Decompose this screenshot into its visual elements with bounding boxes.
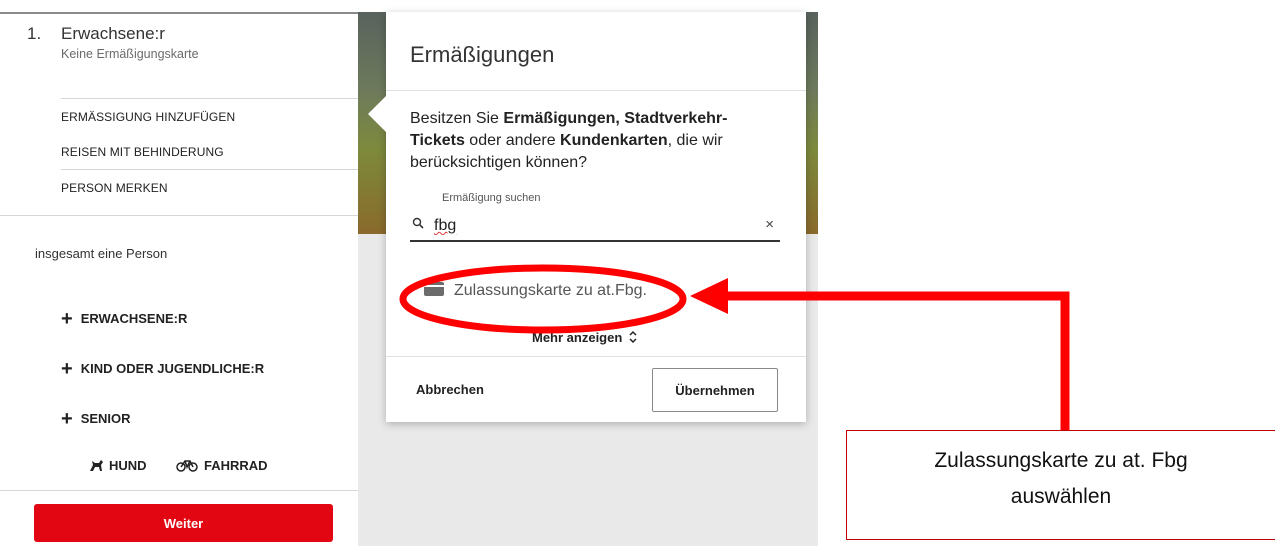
dog-label: HUND <box>109 458 147 473</box>
discount-dialog: Ermäßigungen Besitzen Sie Ermäßigungen, … <box>386 12 806 422</box>
question-text: oder andere <box>464 132 561 149</box>
plus-icon: + <box>61 358 73 380</box>
add-bike-button[interactable]: FAHRRAD <box>176 458 268 473</box>
dialog-question: Besitzen Sie Ermäßigungen, Stadtverkehr-… <box>410 108 770 174</box>
passenger-number: 1. <box>27 24 42 43</box>
bicycle-icon <box>176 460 198 472</box>
divider <box>0 490 358 491</box>
divider <box>0 215 358 216</box>
passenger-card: Keine Ermäßigungskarte <box>61 47 199 61</box>
question-bold-cards: Kundenkarten <box>560 132 668 149</box>
add-adult-label: ERWACHSENE:R <box>80 311 188 326</box>
search-label: Ermäßigung suchen <box>442 192 541 204</box>
passenger-type: Erwachsene:r <box>61 24 165 43</box>
dialog-title: Ermäßigungen <box>410 42 555 67</box>
cancel-button[interactable]: Abbrechen <box>416 382 484 397</box>
question-text: Besitzen Sie <box>410 110 504 127</box>
search-icon <box>412 217 424 229</box>
add-discount-link[interactable]: ERMÄSSIGUNG HINZUFÜGEN <box>61 110 235 124</box>
divider <box>386 356 806 357</box>
disability-travel-link[interactable]: REISEN MIT BEHINDERUNG <box>61 145 224 159</box>
dog-icon <box>90 460 103 471</box>
add-dog-button[interactable]: HUND <box>88 458 147 473</box>
annotation-ellipse <box>399 264 687 334</box>
divider <box>61 169 358 170</box>
plus-icon: + <box>61 408 73 430</box>
divider <box>386 90 806 91</box>
add-senior-button[interactable]: + SENIOR <box>61 406 131 430</box>
add-senior-label: SENIOR <box>80 411 131 426</box>
apply-button[interactable]: Übernehmen <box>652 368 778 412</box>
add-child-label: KIND ODER JUGENDLICHE:R <box>80 361 265 376</box>
annotation-text: Zulassungskarte zu at. Fbg auswählen <box>847 443 1275 515</box>
dialog-pointer <box>368 96 386 132</box>
search-field[interactable]: × <box>410 212 780 242</box>
continue-button[interactable]: Weiter <box>34 504 333 542</box>
divider <box>61 98 358 99</box>
search-input[interactable] <box>432 212 736 240</box>
bike-label: FAHRRAD <box>204 458 268 473</box>
add-child-button[interactable]: + KIND ODER JUGENDLICHE:R <box>61 356 265 380</box>
annotation-callout: Zulassungskarte zu at. Fbg auswählen <box>846 430 1275 540</box>
add-adult-button[interactable]: + ERWACHSENE:R <box>61 306 188 330</box>
annotation-line-1: Zulassungskarte zu at. Fbg <box>934 449 1188 472</box>
plus-icon: + <box>61 308 73 330</box>
remember-person-link[interactable]: PERSON MERKEN <box>61 181 168 195</box>
clear-icon[interactable]: × <box>765 216 774 233</box>
annotation-line-2: auswählen <box>1010 485 1112 508</box>
passenger-total: insgesamt eine Person <box>35 246 168 261</box>
